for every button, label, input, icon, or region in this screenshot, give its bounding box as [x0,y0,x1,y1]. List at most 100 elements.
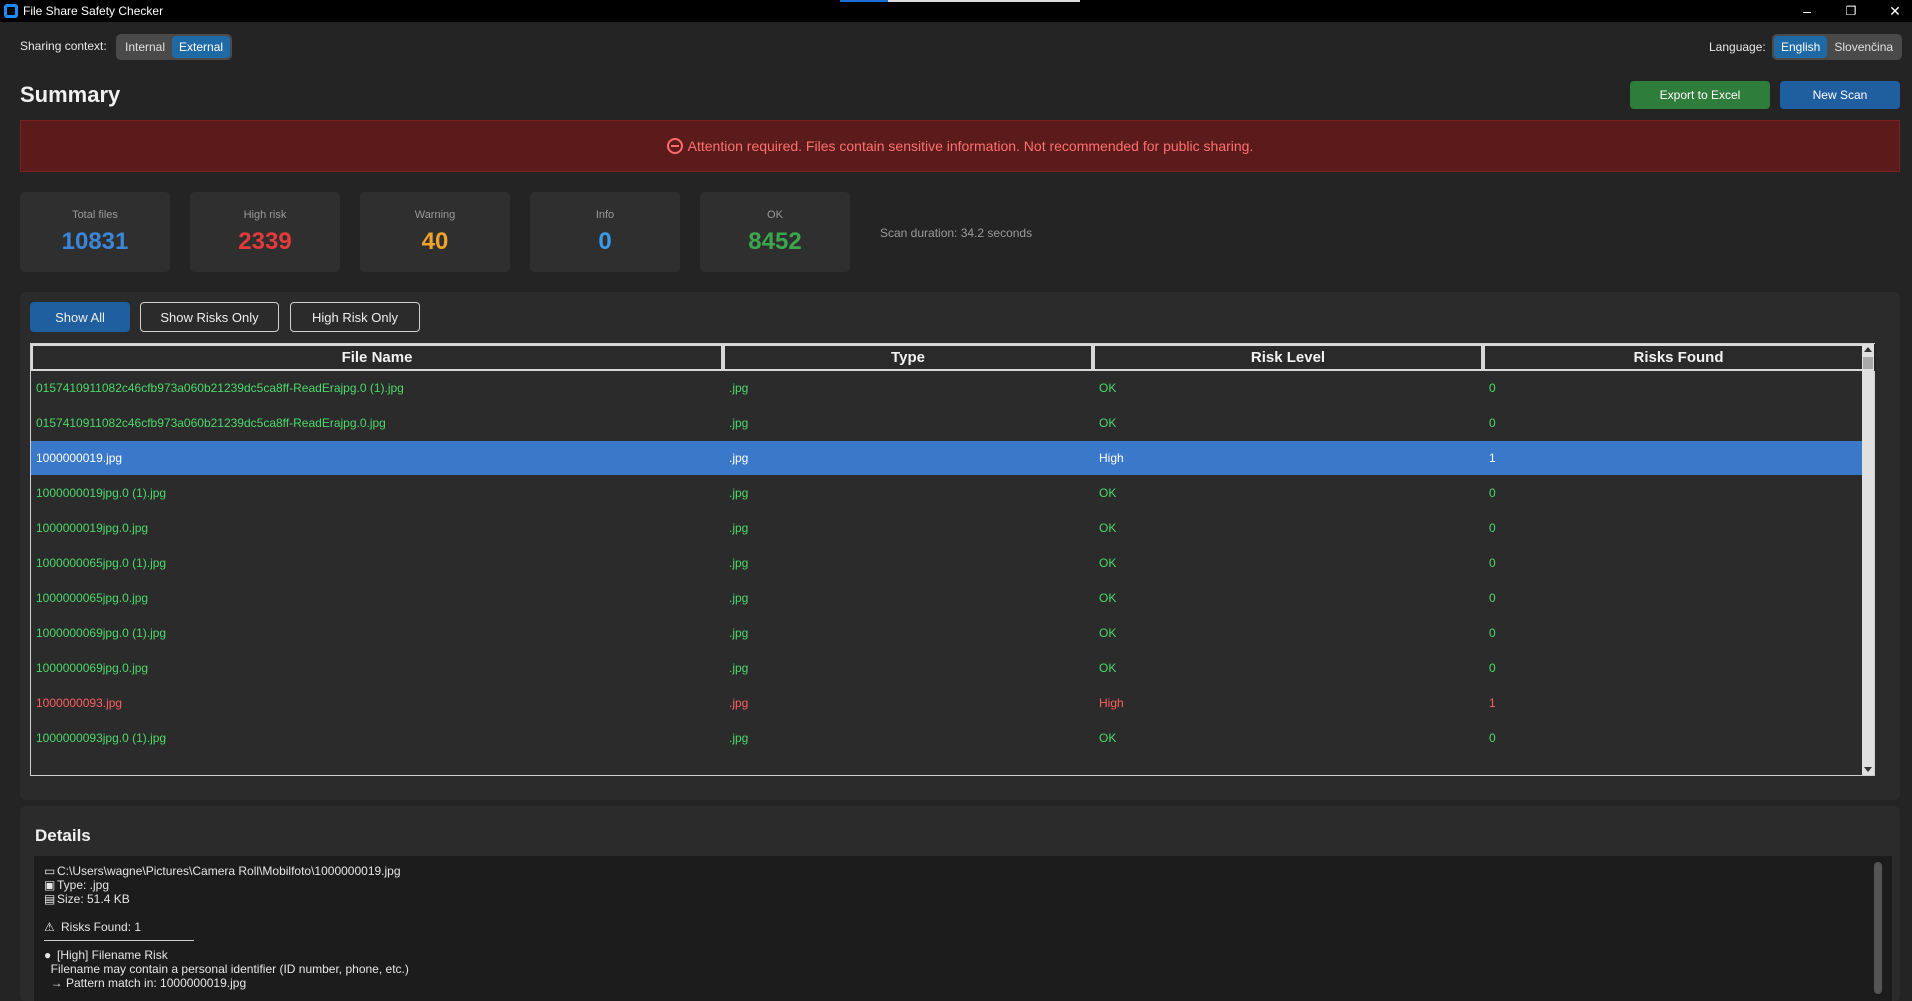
new-scan-button[interactable]: New Scan [1780,81,1900,109]
column-header-file-name[interactable]: File Name [31,344,723,371]
table-row-selected[interactable]: 1000000019.jpg .jpg High 1 [31,441,1862,475]
sharing-context-label: Sharing context: [20,39,107,53]
scrollbar-thumb[interactable] [1863,357,1873,369]
cell-risks-found: 1 [1489,696,1496,710]
stat-value: 8452 [748,228,802,255]
stat-warning: Warning 40 [360,192,510,272]
show-all-button[interactable]: Show All [30,302,130,332]
cell-file-name: 1000000093jpg.0 (1).jpg [36,731,167,745]
cell-risk-level: OK [1099,521,1117,535]
table-row[interactable]: 1000000065jpg.0.jpg .jpg OK 0 [31,581,1876,615]
sharing-context-selector: Internal External [116,34,233,60]
language-option-slovencina[interactable]: Slovenčina [1827,36,1900,58]
cell-risks-found: 0 [1489,661,1496,675]
cell-risks-found: 0 [1489,486,1496,500]
scroll-down-arrow-icon[interactable] [1864,767,1872,772]
title-bar-tab-indicator [840,0,1080,2]
size-icon: ▤ [44,892,56,906]
detail-risk-title-text: [High] Filename Risk [57,948,168,962]
detail-path-text: C:\Users\wagne\Pictures\Camera Roll\Mobi… [57,864,401,878]
stat-info: Info 0 [530,192,680,272]
cell-risks-found: 0 [1489,731,1496,745]
scan-duration: Scan duration: 34.2 seconds [880,226,1033,240]
details-scrollbar[interactable] [1874,862,1882,994]
table-row[interactable]: 1000000019jpg.0 (1).jpg .jpg OK 0 [31,476,1876,510]
table-header: File Name Type Risk Level Risks Found [31,344,1876,371]
cell-risks-found: 0 [1489,626,1496,640]
column-header-risks-found[interactable]: Risks Found [1483,344,1874,371]
cell-file-name: 1000000019jpg.0 (1).jpg [36,486,167,500]
detail-size: ▤ Size: 51.4 KB [44,892,130,906]
table-scrollbar[interactable] [1862,344,1874,775]
cell-file-name: 1000000093.jpg [36,696,123,710]
stat-label: OK [767,209,783,221]
export-excel-button[interactable]: Export to Excel [1630,81,1770,109]
scroll-up-arrow-icon[interactable] [1864,347,1872,352]
cell-risk-level: OK [1099,556,1117,570]
table-row[interactable]: 1000000065jpg.0 (1).jpg .jpg OK 0 [31,546,1876,580]
sharing-option-external[interactable]: External [172,36,231,58]
detail-risk-description: Filename may contain a personal identifi… [44,962,409,976]
cell-risk-level: OK [1099,486,1117,500]
table-row[interactable]: 1000000019jpg.0.jpg .jpg OK 0 [31,511,1876,545]
cell-file-name: 1000000065jpg.0 (1).jpg [36,556,167,570]
table-row[interactable]: 1000000069jpg.0 (1).jpg .jpg OK 0 [31,616,1876,650]
detail-size-text: Size: 51.4 KB [57,892,130,906]
cell-type: .jpg [729,381,749,395]
minimize-button[interactable]: – [1784,0,1830,22]
cell-risk-level: OK [1099,591,1117,605]
detail-type: ▣ Type: .jpg [44,878,109,892]
details-divider [44,940,194,941]
restore-button[interactable]: ❐ [1828,0,1874,22]
cell-risks-found: 0 [1489,381,1496,395]
folder-icon: ▭ [44,864,56,878]
cell-file-name: 1000000065jpg.0.jpg [36,591,149,605]
stat-label: Total files [72,209,118,221]
cell-risk-level: OK [1099,626,1117,640]
summary-title: Summary [20,82,121,107]
table-row[interactable]: 1000000093.jpg .jpg High 1 [31,686,1876,720]
stat-value: 40 [421,228,449,255]
cell-file-name: 1000000069jpg.0 (1).jpg [36,626,167,640]
app-icon [4,4,18,18]
stat-ok: OK 8452 [700,192,850,272]
show-risks-only-button[interactable]: Show Risks Only [140,302,279,332]
stat-value: 10831 [61,228,129,255]
file-icon: ▣ [44,878,56,892]
cell-type: .jpg [729,416,749,430]
table-row[interactable]: 1000000093jpg.0 (1).jpg .jpg OK 0 [31,721,1876,755]
stat-label: Warning [414,209,456,221]
close-button[interactable]: ✕ [1872,0,1912,22]
title-bar: File Share Safety Checker – ❐ ✕ [0,0,1912,22]
cell-risk-level: OK [1099,416,1117,430]
table-row[interactable]: 0157410911082c46cfb973a060b21239dc5ca8ff… [31,371,1876,405]
alert-text: Attention required. Files contain sensit… [687,138,1254,154]
cell-type: .jpg [729,731,749,745]
cell-risk-level: High [1099,451,1124,465]
table-row[interactable]: 1000000069jpg.0.jpg .jpg OK 0 [31,651,1876,685]
cell-type: .jpg [729,696,749,710]
column-header-risk-level[interactable]: Risk Level [1093,344,1483,371]
high-risk-only-button[interactable]: High Risk Only [290,302,420,332]
risk-dot-icon: ● [44,948,52,962]
cell-risks-found: 1 [1489,451,1496,465]
attention-alert: Attention required. Files contain sensit… [20,120,1900,172]
window-title: File Share Safety Checker [23,4,164,18]
detail-risk-match: → Pattern match in: 1000000019.jpg [44,976,247,990]
cell-file-name: 1000000019jpg.0.jpg [36,521,149,535]
language-label: Language: [1709,40,1766,54]
cell-file-name: 1000000069jpg.0.jpg [36,661,149,675]
no-entry-icon [666,138,683,154]
cell-type: .jpg [729,556,749,570]
cell-risks-found: 0 [1489,416,1496,430]
stat-high-risk: High risk 2339 [190,192,340,272]
column-header-type[interactable]: Type [723,344,1093,371]
detail-risks-found: ⚠ Risks Found: 1 [44,920,141,934]
cell-file-name: 1000000019.jpg [36,451,123,465]
stat-label: High risk [243,209,287,221]
language-option-english[interactable]: English [1774,36,1828,58]
details-title: Details [35,826,91,845]
cell-type: .jpg [729,591,749,605]
sharing-option-internal[interactable]: Internal [118,36,172,58]
table-row[interactable]: 0157410911082c46cfb973a060b21239dc5ca8ff… [31,406,1876,440]
